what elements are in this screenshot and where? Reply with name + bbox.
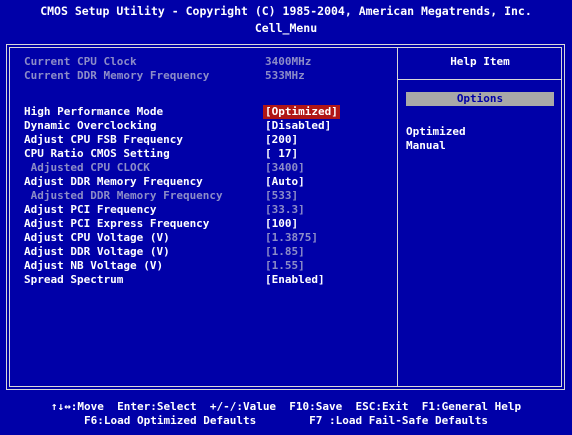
info-label: Current CPU Clock bbox=[24, 55, 137, 68]
key-help-line-2: F6:Load Optimized Defaults F7 :Load Fail… bbox=[84, 414, 488, 427]
setting-nb-voltage[interactable]: Adjust NB Voltage (V) [1.55] bbox=[24, 259, 394, 273]
setting-value[interactable]: [200] bbox=[265, 133, 298, 147]
setting-ddr-memory-frequency[interactable]: Adjust DDR Memory Frequency [Auto] bbox=[24, 175, 394, 189]
options-list: Optimized Manual bbox=[406, 125, 466, 153]
settings-panel: Current CPU Clock 3400MHz Current DDR Me… bbox=[24, 55, 394, 287]
setting-label: High Performance Mode bbox=[24, 105, 164, 118]
setting-label: Adjust CPU FSB Frequency bbox=[24, 133, 183, 146]
setting-label: Adjusted CPU CLOCK bbox=[24, 161, 150, 174]
setting-dynamic-overclocking[interactable]: Dynamic Overclocking [Disabled] bbox=[24, 119, 394, 133]
setting-adjusted-cpu-clock: Adjusted CPU CLOCK [3400] bbox=[24, 161, 394, 175]
help-title-divider bbox=[398, 79, 562, 80]
info-label: Current DDR Memory Frequency bbox=[24, 69, 210, 82]
setting-value[interactable]: [1.55] bbox=[265, 259, 305, 273]
setting-value[interactable]: [Disabled] bbox=[265, 119, 331, 133]
setting-value[interactable]: [Enabled] bbox=[265, 273, 325, 287]
setting-label: Adjust DDR Voltage (V) bbox=[24, 245, 170, 258]
setting-value[interactable]: [Auto] bbox=[265, 175, 305, 189]
setting-label: Adjust PCI Frequency bbox=[24, 203, 157, 216]
setting-ddr-voltage[interactable]: Adjust DDR Voltage (V) [1.85] bbox=[24, 245, 394, 259]
setting-cpu-voltage[interactable]: Adjust CPU Voltage (V) [1.3875] bbox=[24, 231, 394, 245]
setting-value: [533] bbox=[265, 189, 299, 202]
option-optimized[interactable]: Optimized bbox=[406, 125, 466, 139]
setting-label: Adjust DDR Memory Frequency bbox=[24, 175, 203, 188]
setting-value[interactable]: [1.85] bbox=[265, 245, 305, 259]
setting-label: Adjust NB Voltage (V) bbox=[24, 259, 164, 272]
key-help-line-1: ↑↓↔:Move Enter:Select +/-/:Value F10:Sav… bbox=[50, 400, 522, 413]
setting-adjusted-ddr-frequency: Adjusted DDR Memory Frequency [533] bbox=[24, 189, 394, 203]
panel-divider bbox=[397, 47, 398, 387]
setting-label: CPU Ratio CMOS Setting bbox=[24, 147, 170, 160]
info-value: 533MHz bbox=[265, 69, 305, 82]
setting-value[interactable]: [1.3875] bbox=[265, 231, 318, 245]
setting-high-performance-mode[interactable]: High Performance Mode [Optimized] bbox=[24, 105, 394, 119]
setting-label: Dynamic Overclocking bbox=[24, 119, 157, 132]
setting-label: Adjust CPU Voltage (V) bbox=[24, 231, 170, 244]
setting-value-selected[interactable]: [Optimized] bbox=[263, 105, 340, 119]
setting-spread-spectrum[interactable]: Spread Spectrum [Enabled] bbox=[24, 273, 394, 287]
setting-value: [3400] bbox=[265, 161, 305, 174]
utility-title: CMOS Setup Utility - Copyright (C) 1985-… bbox=[40, 4, 532, 18]
info-value: 3400MHz bbox=[265, 55, 312, 68]
option-manual[interactable]: Manual bbox=[406, 139, 466, 153]
setting-cpu-ratio[interactable]: CPU Ratio CMOS Setting [ 17] bbox=[24, 147, 394, 161]
setting-label: Adjusted DDR Memory Frequency bbox=[24, 189, 223, 202]
options-header: Options bbox=[406, 92, 554, 106]
key-help-footer: ↑↓↔:Move Enter:Select +/-/:Value F10:Sav… bbox=[0, 392, 572, 435]
menu-name: Cell_Menu bbox=[254, 21, 318, 35]
setting-pci-frequency[interactable]: Adjust PCI Frequency [33.3] bbox=[24, 203, 394, 217]
setting-label: Spread Spectrum bbox=[24, 273, 124, 286]
setting-cpu-fsb-frequency[interactable]: Adjust CPU FSB Frequency [200] bbox=[24, 133, 394, 147]
setting-label: Adjust PCI Express Frequency bbox=[24, 217, 210, 230]
setting-value[interactable]: [33.3] bbox=[265, 203, 305, 217]
title-bar: CMOS Setup Utility - Copyright (C) 1985-… bbox=[0, 0, 572, 44]
info-row-cpu-clock: Current CPU Clock 3400MHz bbox=[24, 55, 394, 69]
help-item-title: Help Item bbox=[450, 55, 510, 68]
setting-value[interactable]: [100] bbox=[265, 217, 298, 231]
setting-pci-express-frequency[interactable]: Adjust PCI Express Frequency [100] bbox=[24, 217, 394, 231]
info-row-ddr-frequency: Current DDR Memory Frequency 533MHz bbox=[24, 69, 394, 83]
setting-value[interactable]: [ 17] bbox=[265, 147, 298, 161]
